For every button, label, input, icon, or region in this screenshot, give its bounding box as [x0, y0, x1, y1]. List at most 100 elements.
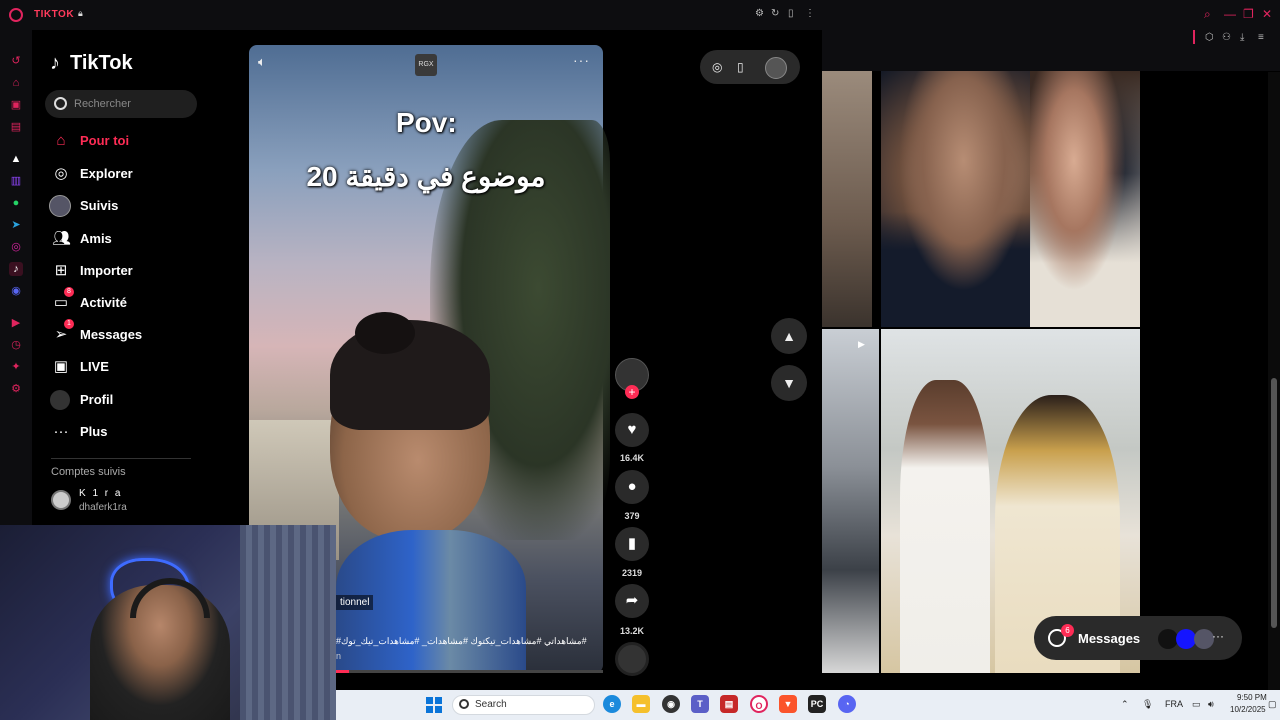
nav-item-importer[interactable]: ⊞ Importer: [48, 259, 208, 285]
search-placeholder: Rechercher: [74, 98, 131, 110]
nav-item-explorer[interactable]: ◎ Explorer: [48, 162, 208, 188]
like-count: 16.4K: [619, 453, 645, 463]
sidebar-aria-icon[interactable]: ▲: [9, 152, 23, 166]
tray-chevron-icon[interactable]: ⌃: [1121, 699, 1129, 710]
nav-item-amis[interactable]: 👥︎ Amis: [48, 227, 208, 253]
save-button[interactable]: ▮: [615, 527, 649, 561]
clock-date[interactable]: 10/2/2025: [1230, 705, 1266, 714]
app-icon[interactable]: ▤: [720, 695, 738, 713]
taskbar-search[interactable]: [452, 695, 595, 715]
share-count: 13.2K: [619, 626, 645, 636]
nav-item-messages[interactable]: ➢ 1 Messages: [48, 319, 208, 349]
live-tv-icon: ▣: [53, 358, 69, 375]
volume-icon[interactable]: 🔈︎: [258, 54, 266, 70]
scrollbar-thumb[interactable]: [1271, 378, 1277, 628]
sidebar-settings-icon[interactable]: ⚙: [9, 382, 23, 396]
photo-couple-groom: [881, 71, 1031, 327]
sidebar-twitch-icon[interactable]: ▥: [9, 174, 23, 188]
nav-item-plus[interactable]: ··· Plus: [48, 420, 208, 446]
sidebar-player-icon[interactable]: ▶: [9, 316, 23, 330]
edge-icon[interactable]: e: [603, 695, 621, 713]
discord-icon[interactable]: ◔: [838, 695, 856, 713]
clock-time[interactable]: 9:50 PM: [1237, 693, 1267, 702]
caption-hashtags[interactable]: #مشاهداتي #مشاهدات_تيكتوك #مشاهدات_ #مشا…: [336, 636, 596, 647]
chat-avatar[interactable]: [1158, 629, 1178, 649]
like-button[interactable]: ♥: [615, 413, 649, 447]
sidebar-news-icon[interactable]: ▤: [9, 120, 23, 134]
save-count: 2319: [621, 568, 643, 578]
comment-button[interactable]: ●: [615, 470, 649, 504]
reload-icon[interactable]: ↻: [771, 8, 779, 19]
notification-icon[interactable]: ▢: [1268, 699, 1277, 710]
video-overlay-title: Pov:: [396, 107, 457, 138]
sidebar-tiktok-icon[interactable]: ♪: [9, 262, 23, 276]
sidebar-whatsapp-icon[interactable]: ●: [9, 196, 23, 210]
sidebar-telegram-icon[interactable]: ➤: [9, 218, 23, 232]
photo-thumbnail[interactable]: [822, 71, 872, 327]
share-icon: ➦: [625, 592, 639, 609]
teams-icon[interactable]: T: [691, 695, 709, 713]
network-icon[interactable]: ▭: [1192, 699, 1201, 710]
sidebar-extensions-icon[interactable]: ✦: [9, 360, 23, 374]
minimize-icon[interactable]: —: [1224, 7, 1236, 21]
nav-item-profil[interactable]: Profil: [48, 388, 208, 414]
steam-icon[interactable]: ◉: [662, 695, 680, 713]
coin-icon[interactable]: ◎: [712, 60, 722, 74]
opera-logo-icon[interactable]: [9, 8, 23, 22]
tab-title[interactable]: TIKTOK: [34, 9, 74, 20]
extension-icon[interactable]: ⬡: [1205, 32, 1214, 43]
sound-disc[interactable]: [615, 642, 649, 676]
windows-start-icon[interactable]: [426, 697, 442, 713]
more-dots-icon[interactable]: ···: [1212, 629, 1224, 643]
chat-avatar[interactable]: [1194, 629, 1214, 649]
sidebar-instagram-icon[interactable]: ◎: [9, 240, 23, 254]
search-icon[interactable]: ⌕: [1204, 7, 1211, 22]
device-icon[interactable]: ▯: [737, 60, 744, 74]
nav-label: Importer: [80, 263, 133, 278]
phone-icon[interactable]: ▯: [788, 8, 794, 19]
photo-thumbnail[interactable]: [822, 329, 879, 673]
messages-badge: 1: [64, 319, 74, 329]
opera-icon[interactable]: O: [750, 695, 768, 713]
share-button[interactable]: ➦: [615, 584, 649, 618]
followed-account-avatar[interactable]: [51, 490, 71, 510]
nav-item-pour-toi[interactable]: ⌂ Pour toi: [48, 129, 208, 155]
next-video-button[interactable]: ▼: [771, 365, 807, 401]
restore-icon[interactable]: ❐: [1243, 7, 1254, 21]
video-person-bun: [355, 312, 415, 354]
nav-item-suivis[interactable]: Suivis: [48, 194, 208, 220]
extensions-icon[interactable]: ⚙: [755, 8, 764, 19]
followed-account-handle[interactable]: dhaferk1ra: [79, 502, 127, 513]
video-more-icon[interactable]: ···: [573, 52, 590, 68]
download-icon[interactable]: ⤓: [1240, 32, 1244, 43]
microphone-icon[interactable]: 🎙︎: [1142, 699, 1153, 710]
sidebar-history-icon[interactable]: ↺: [9, 54, 23, 68]
previous-video-button[interactable]: ▲: [771, 318, 807, 354]
language-indicator[interactable]: FRA: [1165, 699, 1183, 709]
profile-icon[interactable]: ⚇: [1222, 32, 1231, 43]
brave-icon[interactable]: ▼: [779, 695, 797, 713]
sidebar-chat-icon[interactable]: ▣: [9, 98, 23, 112]
file-explorer-icon[interactable]: ▬: [632, 695, 650, 713]
nav-item-activite[interactable]: ▭ 8 Activité: [48, 287, 208, 317]
volume-icon[interactable]: 🔊︎: [1208, 699, 1214, 710]
nav-label: Plus: [80, 424, 108, 439]
browser-top-bar: [0, 0, 1280, 30]
close-icon[interactable]: ✕: [1262, 7, 1272, 21]
menu-icon[interactable]: ≡: [1258, 32, 1264, 43]
tiktok-logo[interactable]: ♪ TikTok: [50, 52, 133, 75]
sidebar-clock-icon[interactable]: ◷: [9, 338, 23, 352]
nav-label: Explorer: [80, 166, 133, 181]
sidebar-discord-icon[interactable]: ◉: [9, 284, 23, 298]
nav-item-live[interactable]: ▣ LIVE: [48, 355, 208, 381]
chat-avatar[interactable]: [1176, 629, 1196, 649]
user-avatar[interactable]: [765, 57, 787, 79]
app-icon[interactable]: PC: [808, 695, 826, 713]
followed-account-name[interactable]: K 1 r a: [79, 488, 122, 499]
follow-plus-button[interactable]: +: [625, 385, 639, 399]
video-progress-track[interactable]: [336, 670, 603, 673]
webcam-curtain: [240, 525, 336, 720]
comment-icon: ●: [627, 478, 637, 495]
sidebar-bag-icon[interactable]: ⌂: [9, 76, 23, 90]
more-vertical-icon[interactable]: ⋮: [805, 8, 815, 19]
